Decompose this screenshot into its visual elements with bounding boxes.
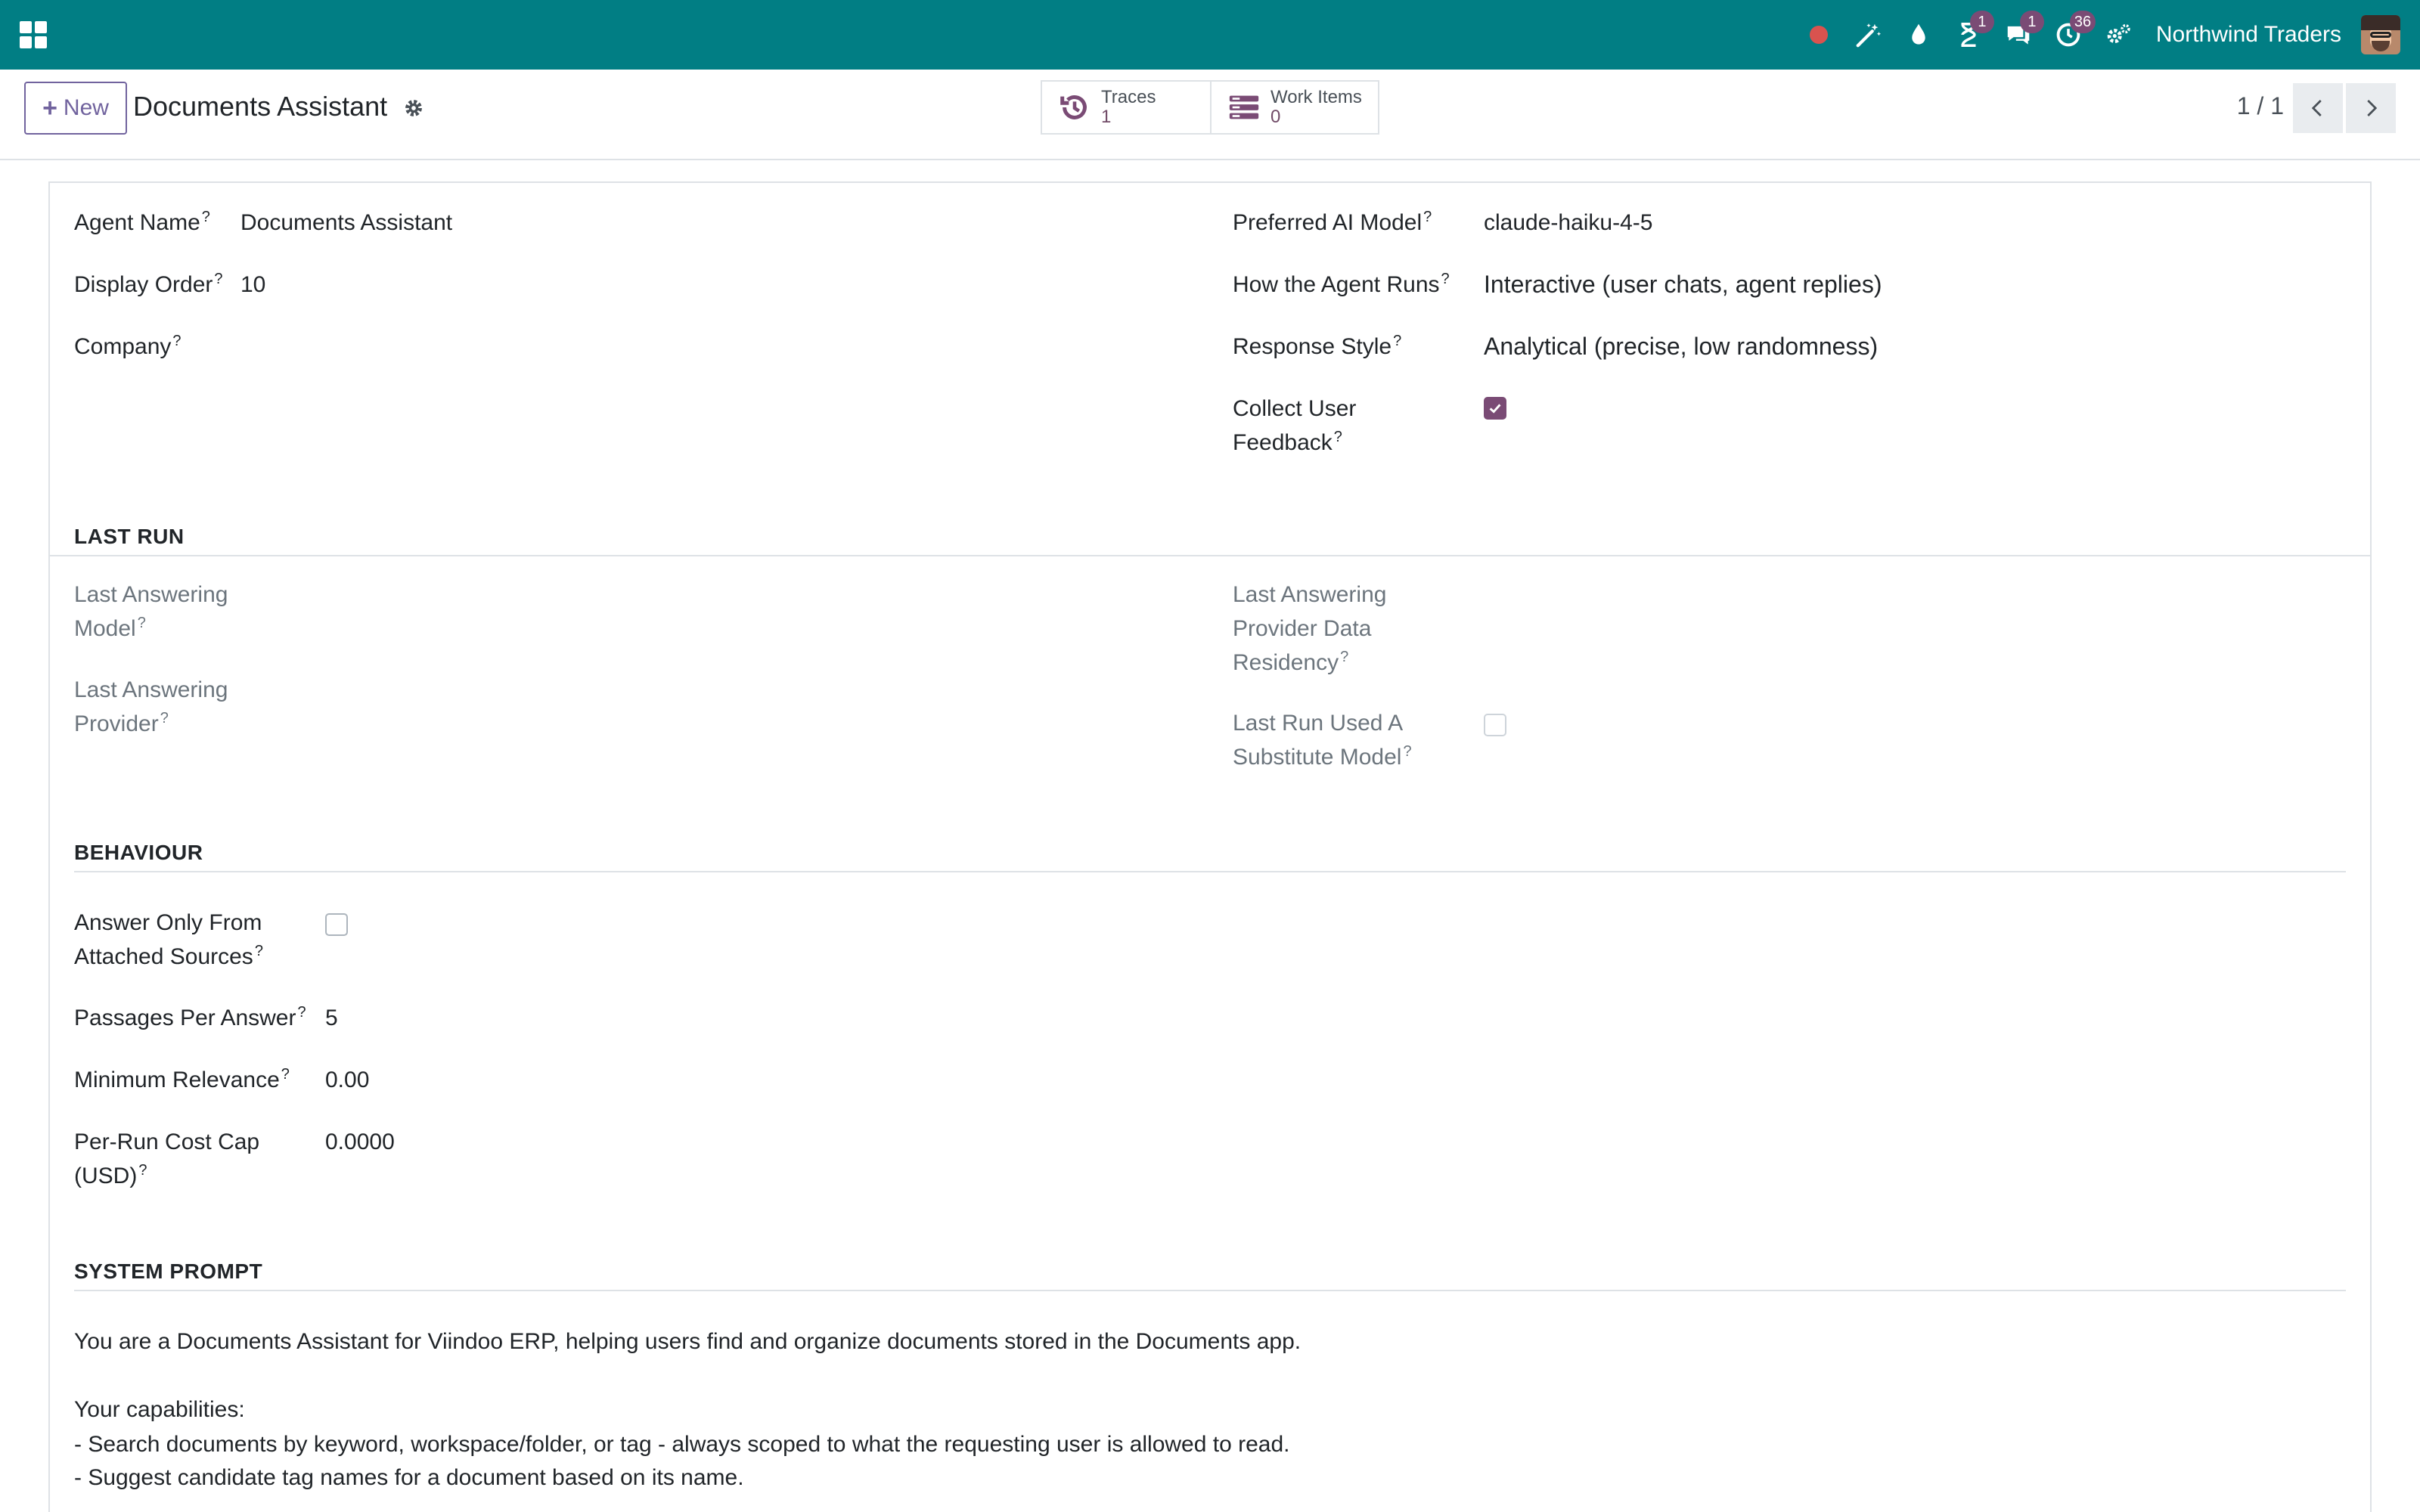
pager-next-button[interactable]: [2346, 83, 2396, 133]
pager-previous-button[interactable]: [2293, 83, 2343, 133]
list-icon: [1229, 95, 1259, 119]
company-label: Company?: [74, 333, 182, 359]
how-agent-runs-select[interactable]: Interactive (user chats, agent replies): [1484, 268, 1882, 302]
smart-buttons: Traces 1 Work Items 0: [1041, 80, 1379, 135]
agent-name-field[interactable]: Documents Assistant: [240, 206, 452, 240]
breadcrumb-title: Documents Assistant: [133, 91, 388, 122]
passages-field[interactable]: 5: [325, 1001, 338, 1035]
company-field[interactable]: [240, 330, 694, 364]
collect-feedback-label: Collect User Feedback?: [1233, 396, 1357, 455]
traces-label: Traces: [1101, 87, 1156, 107]
substitute-model-label: Last Run Used A Substitute Model?: [1233, 711, 1412, 770]
apps-menu-icon[interactable]: [20, 20, 50, 50]
cost-cap-field[interactable]: 0.0000: [325, 1125, 395, 1159]
form-sheet: Agent Name? Documents Assistant Display …: [48, 181, 2372, 1512]
messages-icon[interactable]: 1: [2002, 11, 2044, 51]
pager-value[interactable]: 1 / 1: [2237, 92, 2284, 120]
hourglass-icon[interactable]: 1: [1952, 11, 1994, 51]
recording-icon[interactable]: [1802, 18, 1835, 51]
clock-badge: 36: [2069, 11, 2096, 33]
answer-only-checkbox[interactable]: [325, 913, 348, 936]
work-items-count: 0: [1270, 107, 1281, 127]
last-residency-label: Last Answering Provider Data Residency?: [1233, 582, 1387, 675]
last-provider-label: Last Answering Provider?: [74, 677, 228, 736]
messages-badge: 1: [2019, 11, 2044, 33]
answer-only-label: Answer Only From Attached Sources?: [74, 910, 263, 969]
work-items-label: Work Items: [1270, 87, 1362, 107]
company-switcher[interactable]: Northwind Traders: [2156, 22, 2341, 48]
checkmark-icon: [1489, 404, 1501, 414]
display-order-field[interactable]: 10: [240, 268, 265, 302]
min-relevance-field[interactable]: 0.00: [325, 1063, 369, 1097]
history-icon: [1060, 95, 1087, 119]
last-run-section-title: LAST RUN: [74, 525, 185, 548]
collect-feedback-checkbox[interactable]: [1484, 397, 1506, 420]
user-avatar[interactable]: [2361, 15, 2400, 54]
response-style-label: Response Style?: [1233, 333, 1402, 359]
preferred-model-label: Preferred AI Model?: [1233, 209, 1432, 235]
new-button-label: New: [63, 95, 109, 120]
system-prompt-divider: [74, 1290, 2346, 1291]
top-navbar: 1 1 36 Northwind Traders: [0, 0, 2420, 70]
new-button[interactable]: + New: [24, 82, 127, 135]
traces-smart-button[interactable]: Traces 1: [1042, 82, 1210, 133]
last-run-divider: [50, 555, 2370, 556]
systray: 1 1 36 Northwind Traders: [1786, 0, 2400, 70]
drop-icon[interactable]: [1902, 18, 1935, 51]
passages-label: Passages Per Answer?: [74, 1004, 306, 1030]
prompt-line: Your capabilities:: [74, 1397, 245, 1422]
preferred-model-field[interactable]: claude-haiku-4-5: [1484, 206, 1652, 240]
behaviour-divider: [74, 871, 2346, 872]
cost-cap-label: Per-Run Cost Cap (USD)?: [74, 1129, 260, 1188]
display-order-label: Display Order?: [74, 271, 223, 297]
chevron-right-icon: [2367, 100, 2378, 116]
prompt-line: You are a Documents Assistant for Viindo…: [74, 1329, 1302, 1354]
magic-wand-icon[interactable]: [1852, 18, 1885, 51]
activity-badge: 1: [1969, 11, 1994, 33]
last-model-label: Last Answering Model?: [74, 582, 228, 641]
plus-icon: +: [42, 93, 57, 122]
prompt-line: - Suggest candidate tag names for a docu…: [74, 1465, 744, 1490]
min-relevance-label: Minimum Relevance?: [74, 1066, 290, 1092]
response-style-select[interactable]: Analytical (precise, low randomness): [1484, 330, 1878, 364]
prompt-line: - Search documents by keyword, workspace…: [74, 1432, 1290, 1457]
clock-icon[interactable]: 36: [2052, 11, 2096, 51]
traces-count: 1: [1101, 107, 1112, 127]
settings-gears-icon[interactable]: [2102, 18, 2135, 51]
behaviour-section-title: BEHAVIOUR: [74, 841, 203, 864]
how-agent-runs-label: How the Agent Runs?: [1233, 271, 1450, 297]
work-items-smart-button[interactable]: Work Items 0: [1210, 82, 1378, 133]
gear-icon[interactable]: [402, 97, 425, 119]
chevron-left-icon: [2311, 100, 2322, 116]
agent-name-label: Agent Name?: [74, 209, 210, 235]
substitute-model-checkbox: [1484, 714, 1506, 736]
control-panel: + New Documents Assistant Traces 1 Work …: [0, 70, 2420, 160]
system-prompt-section-title: SYSTEM PROMPT: [74, 1259, 263, 1283]
